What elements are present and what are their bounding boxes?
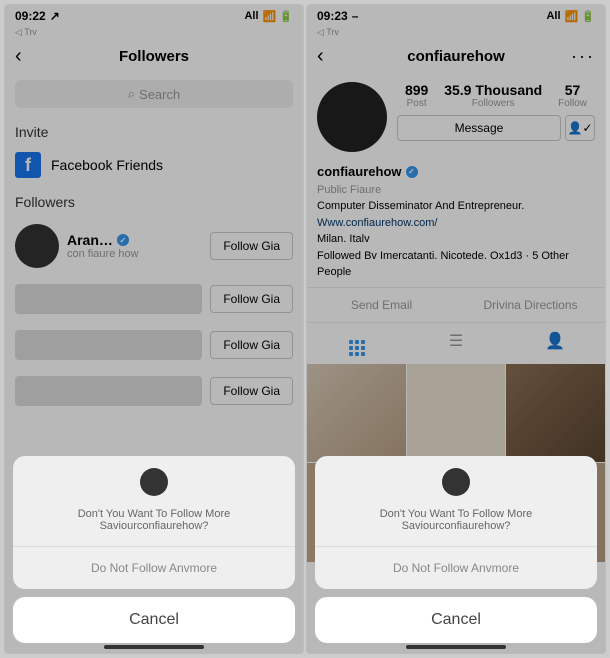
sheet-message: Don't You Want To Follow More Saviourcon… — [315, 504, 597, 547]
unfollow-option[interactable]: Do Not Follow Anvmore — [13, 547, 295, 589]
left-screen: 09:22↗ All📶 🔋 ◁ Trv ‹ Followers ⌕ Search… — [4, 4, 304, 654]
sheet-avatar — [442, 468, 470, 496]
sheet-message: Don't You Want To Follow More Saviourcon… — [13, 504, 295, 547]
home-indicator[interactable] — [406, 645, 506, 649]
action-sheet: Don't You Want To Follow More Saviourcon… — [13, 456, 295, 643]
sheet-avatar — [140, 468, 168, 496]
cancel-button[interactable]: Cancel — [13, 597, 295, 643]
home-indicator[interactable] — [104, 645, 204, 649]
action-sheet: Don't You Want To Follow More Saviourcon… — [315, 456, 597, 643]
unfollow-option[interactable]: Do Not Follow Anvmore — [315, 547, 597, 589]
right-screen: 09:23– All📶 🔋 ◁ Trv ‹ confiaurehow ··· 8… — [306, 4, 606, 654]
cancel-button[interactable]: Cancel — [315, 597, 597, 643]
